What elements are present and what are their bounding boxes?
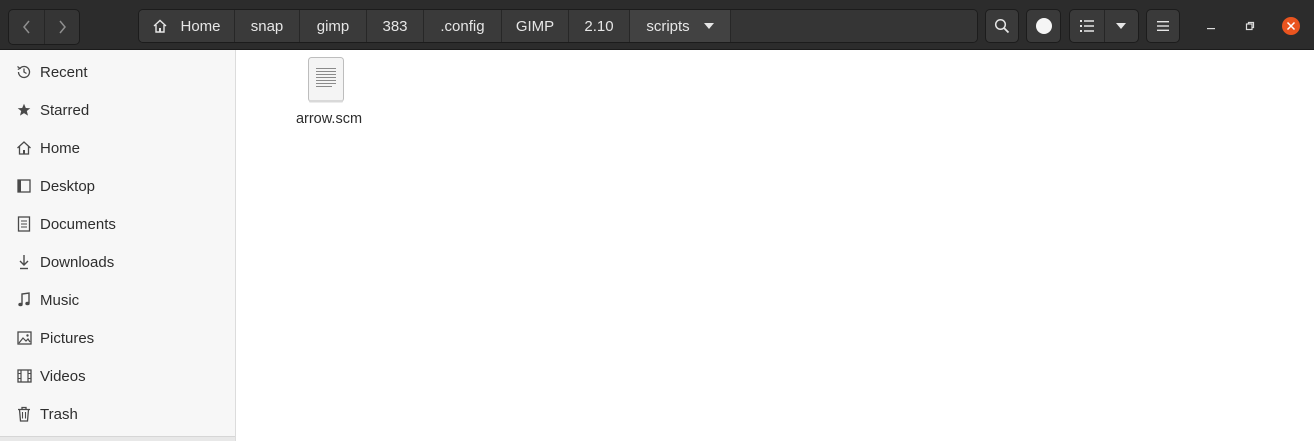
sidebar-item-label: Home bbox=[40, 139, 81, 157]
forward-button[interactable] bbox=[44, 10, 79, 44]
close-button[interactable] bbox=[1281, 16, 1301, 36]
text-file-icon bbox=[308, 57, 344, 103]
hamburger-menu-icon bbox=[1157, 21, 1169, 31]
desktop-icon bbox=[15, 177, 33, 195]
crumb-version[interactable]: 2.10 bbox=[569, 10, 630, 42]
document-icon bbox=[15, 215, 33, 233]
star-icon bbox=[15, 101, 33, 119]
crumb-label: snap bbox=[250, 17, 284, 35]
sidebar-item-videos[interactable]: Videos bbox=[0, 357, 235, 395]
sidebar-item-desktop[interactable]: Desktop bbox=[0, 167, 235, 205]
view-options-button[interactable] bbox=[1103, 10, 1139, 42]
sidebar-item-pictures[interactable]: Pictures bbox=[0, 319, 235, 357]
crumb-label: 383 bbox=[382, 17, 408, 35]
sidebar-item-music[interactable]: Music bbox=[0, 281, 235, 319]
crumb-gimp-upper[interactable]: GIMP bbox=[502, 10, 569, 42]
sidebar-item-label: Pictures bbox=[40, 329, 95, 347]
maximize-button[interactable] bbox=[1240, 16, 1260, 36]
sidebar-item-label: Starred bbox=[40, 101, 90, 119]
list-view-button[interactable] bbox=[1070, 10, 1104, 42]
search-button[interactable] bbox=[985, 9, 1019, 43]
file-item[interactable]: arrow.scm bbox=[289, 56, 369, 128]
crumb-label: gimp bbox=[316, 17, 350, 35]
sidebar-item-starred[interactable]: Starred bbox=[0, 91, 235, 129]
video-icon bbox=[15, 367, 33, 385]
path-bar: Home snap gimp 383 .config GIMP 2.10 scr… bbox=[138, 9, 978, 43]
minimize-button[interactable] bbox=[1201, 16, 1221, 36]
navigation-buttons bbox=[8, 9, 80, 45]
sidebar-item-label: Trash bbox=[40, 405, 78, 423]
chevron-left-icon bbox=[22, 20, 30, 34]
sidebar-item-downloads[interactable]: Downloads bbox=[0, 243, 235, 281]
music-icon bbox=[15, 291, 33, 309]
crumb-label: 2.10 bbox=[584, 17, 614, 35]
sidebar-item-label: Videos bbox=[40, 367, 86, 385]
back-button[interactable] bbox=[9, 10, 44, 44]
search-icon bbox=[994, 18, 1010, 34]
places-sidebar: Recent Starred Home Desktop Documents Do… bbox=[0, 50, 236, 441]
file-name: arrow.scm bbox=[295, 111, 363, 127]
sidebar-item-label: Recent bbox=[40, 63, 88, 81]
sidebar-item-recent[interactable]: Recent bbox=[0, 53, 235, 91]
crumb-label: Home bbox=[180, 17, 221, 35]
crumb-config[interactable]: .config bbox=[424, 10, 502, 42]
crumb-scripts[interactable]: scripts bbox=[630, 10, 731, 42]
circle-icon bbox=[1035, 18, 1052, 34]
sidebar-item-label: Music bbox=[40, 291, 80, 309]
file-view: arrow.scm bbox=[237, 50, 1314, 441]
restore-icon bbox=[1245, 21, 1255, 31]
menu-button[interactable] bbox=[1146, 9, 1180, 43]
sidebar-item-home[interactable]: Home bbox=[0, 129, 235, 167]
sidebar-item-trash[interactable]: Trash bbox=[0, 395, 235, 433]
home-icon bbox=[152, 18, 168, 34]
close-icon bbox=[1282, 17, 1300, 35]
operations-button[interactable] bbox=[1026, 9, 1061, 43]
home-icon bbox=[15, 139, 33, 157]
view-controls bbox=[1069, 9, 1139, 43]
download-icon bbox=[15, 253, 33, 271]
sidebar-item-documents[interactable]: Documents bbox=[0, 205, 235, 243]
clock-icon bbox=[15, 63, 33, 81]
minimize-icon bbox=[1207, 28, 1215, 30]
crumb-home[interactable]: Home bbox=[139, 10, 235, 42]
crumb-snap[interactable]: snap bbox=[235, 10, 300, 42]
header-bar: Home snap gimp 383 .config GIMP 2.10 scr… bbox=[0, 0, 1314, 50]
path-bar-fill bbox=[731, 10, 977, 42]
crumb-label: scripts bbox=[646, 17, 690, 35]
pictures-icon bbox=[15, 329, 33, 347]
crumb-gimp[interactable]: gimp bbox=[300, 10, 367, 42]
chevron-down-icon bbox=[1116, 23, 1127, 29]
crumb-label: GIMP bbox=[515, 17, 555, 35]
crumb-label: .config bbox=[440, 17, 485, 35]
chevron-right-icon bbox=[59, 20, 66, 34]
chevron-down-icon bbox=[703, 23, 714, 29]
sidebar-item-label: Documents bbox=[40, 215, 116, 233]
sidebar-item-label: Downloads bbox=[40, 253, 115, 271]
trash-icon bbox=[15, 405, 33, 423]
sidebar-item-label: Desktop bbox=[40, 177, 96, 195]
sidebar-scroll-edge bbox=[0, 436, 235, 441]
crumb-383[interactable]: 383 bbox=[367, 10, 424, 42]
list-view-icon bbox=[1079, 20, 1094, 32]
